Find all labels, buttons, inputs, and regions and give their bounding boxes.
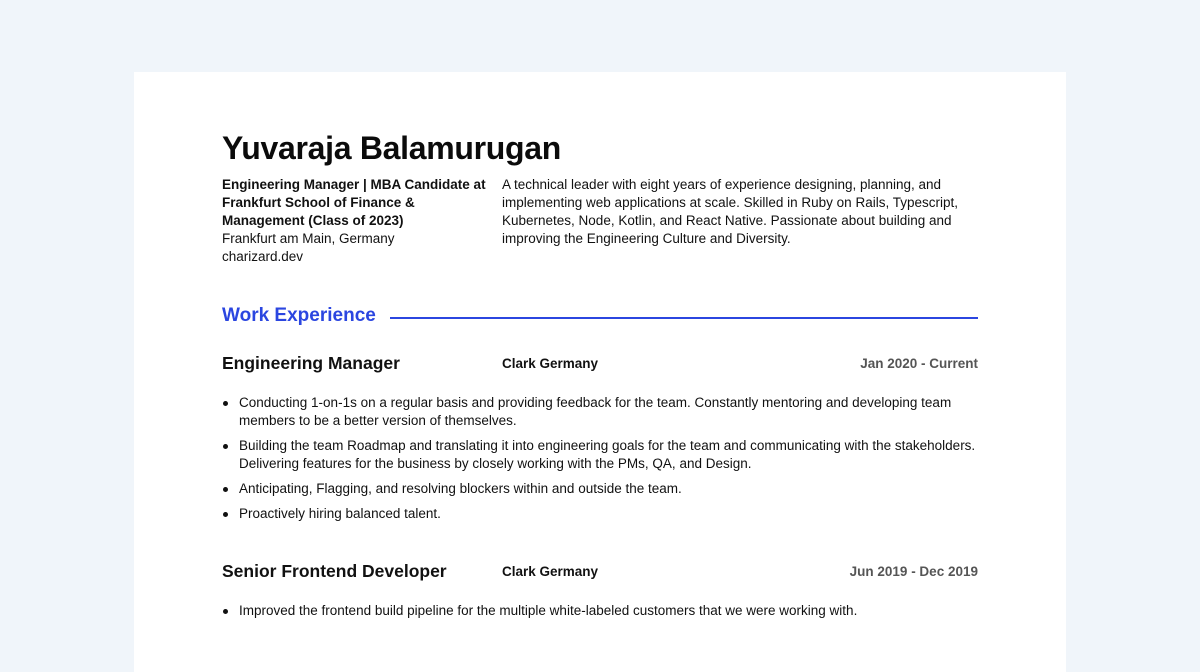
job-company: Clark Germany [502,564,599,579]
job-bullet-text: Proactively hiring balanced talent. [239,506,441,521]
job-bullet-text: Conducting 1-on-1s on a regular basis an… [239,395,952,428]
job-bullet-text: Building the team Roadmap and translatin… [239,438,976,471]
bullet-dot-icon [223,444,228,449]
job-header: Senior Frontend Developer Clark Germany … [222,560,978,584]
bullet-dot-icon [223,609,228,614]
profile-headline: Engineering Manager | MBA Candidate at F… [222,177,486,228]
job-company: Clark Germany [502,356,599,371]
resume-content: Yuvaraja Balamurugan Engineering Manager… [222,128,978,618]
profile-website-link[interactable]: charizard.dev [222,248,490,266]
job-bullet: Conducting 1-on-1s on a regular basis an… [222,394,978,430]
job-bullet-list: Conducting 1-on-1s on a regular basis an… [222,394,978,523]
bullet-dot-icon [223,401,228,406]
job-bullet: Improved the frontend build pipeline for… [222,602,978,620]
job-title: Senior Frontend Developer [222,561,447,581]
section-title: Work Experience [222,305,376,326]
profile-location: Frankfurt am Main, Germany [222,231,395,246]
job-title: Engineering Manager [222,353,400,373]
bullet-dot-icon [223,487,228,492]
job-entry: Senior Frontend Developer Clark Germany … [222,560,978,627]
candidate-name: Yuvaraja Balamurugan [222,130,562,166]
job-bullet-text: Improved the frontend build pipeline for… [239,603,858,618]
job-bullet: Anticipating, Flagging, and resolving bl… [222,480,978,498]
job-bullet-text: Anticipating, Flagging, and resolving bl… [239,481,682,496]
profile-summary: A technical leader with eight years of e… [502,177,958,246]
section-divider [390,317,978,319]
job-bullet-list: Improved the frontend build pipeline for… [222,602,978,620]
resume-page: Yuvaraja Balamurugan Engineering Manager… [134,72,1066,672]
job-bullet: Proactively hiring balanced talent. [222,505,978,523]
intro-block: Engineering Manager | MBA Candidate at F… [222,176,978,276]
job-header: Engineering Manager Clark Germany Jan 20… [222,352,978,376]
work-experience-header: Work Experience [222,304,978,328]
job-dates: Jan 2020 - Current [860,356,978,371]
bullet-dot-icon [223,512,228,517]
job-bullet: Building the team Roadmap and translatin… [222,437,978,473]
contact-info: Engineering Manager | MBA Candidate at F… [222,176,490,266]
job-entry: Engineering Manager Clark Germany Jan 20… [222,352,978,530]
job-dates: Jun 2019 - Dec 2019 [849,564,978,579]
